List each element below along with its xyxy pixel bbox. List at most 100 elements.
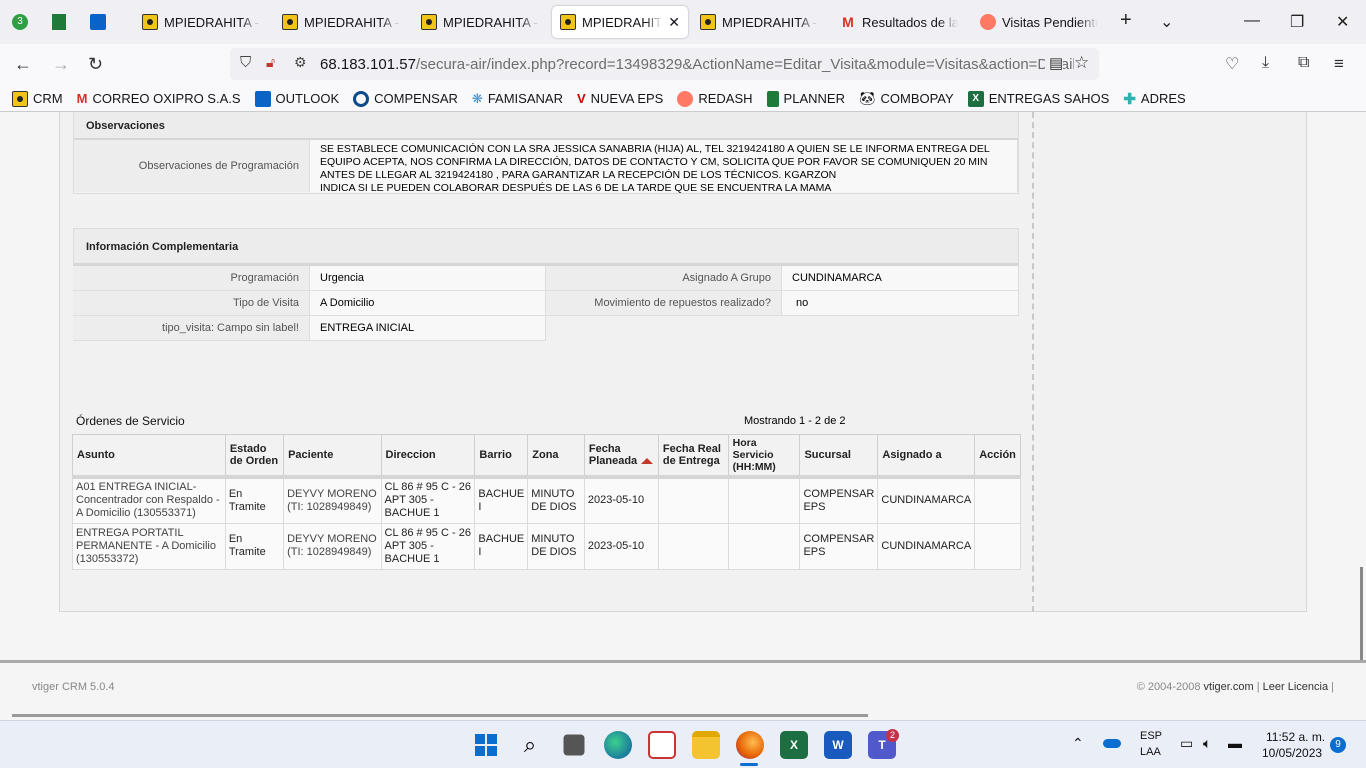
permissions-icon[interactable]: ⚙ <box>294 54 307 71</box>
start-icon[interactable] <box>472 731 500 759</box>
col-zona[interactable]: Zona <box>527 434 585 479</box>
search-icon[interactable]: ⌕ <box>516 731 544 759</box>
battery-icon[interactable]: ▬ <box>1228 735 1242 751</box>
bookmark-compensar[interactable]: COMPENSAR <box>353 90 458 107</box>
keyboard-layout[interactable]: LAA <box>1140 746 1161 758</box>
bookmark-combopay[interactable]: 🐼︎ COMBOPAY <box>859 91 954 107</box>
cell-hora <box>727 522 801 570</box>
gmail-icon: M <box>842 14 854 30</box>
volume-icon[interactable]: 🔈︎ <box>1203 735 1211 752</box>
sort-up-icon[interactable] <box>641 458 654 464</box>
bookmark-crm[interactable]: CRM <box>12 90 63 107</box>
snipping-tool-icon[interactable] <box>648 731 676 759</box>
firefox-icon[interactable] <box>736 731 764 759</box>
famisanar-icon: ❋ <box>471 90 483 106</box>
tab-6[interactable]: MResultados de la b <box>832 6 966 38</box>
cell-asignado: CUNDINAMARCA <box>877 522 976 570</box>
back-icon[interactable]: ← <box>14 54 32 75</box>
reader-view-icon[interactable]: ▤ <box>1045 54 1064 72</box>
bookmark-star-icon[interactable]: ☆ <box>1074 53 1090 73</box>
close-window-icon[interactable]: ✕ <box>1336 12 1349 32</box>
notification-badge[interactable]: 9 <box>1330 737 1346 753</box>
col-asignado[interactable]: Asignado a <box>877 434 976 479</box>
nueva-eps-icon: V <box>576 91 586 106</box>
outlook-icon[interactable] <box>90 14 106 30</box>
col-hora[interactable]: Hora Servicio (HH:MM) <box>727 434 801 479</box>
cell-asunto[interactable]: A01 ENTREGA INICIAL-Concentrador con Res… <box>72 476 226 524</box>
cell-paciente[interactable]: DEYVY MORENO (TI: 1028949849) <box>283 522 382 570</box>
network-icon[interactable]: ▭ <box>1180 735 1193 752</box>
col-sucursal[interactable]: Sucursal <box>799 434 879 479</box>
col-fecha-planeada[interactable]: Fecha Planeada <box>583 434 659 479</box>
restore-icon[interactable]: ❐ <box>1290 12 1304 32</box>
clock-date[interactable]: 10/05/2023 <box>1262 746 1322 760</box>
new-tab-icon[interactable]: + <box>1120 9 1132 32</box>
planner-icon[interactable] <box>52 14 66 30</box>
pocket-icon[interactable]: ♡ <box>1225 54 1239 74</box>
download-icon[interactable]: ⤓ <box>1262 54 1269 72</box>
col-accion: Acción <box>974 434 1021 479</box>
excel-icon[interactable]: X <box>780 731 808 759</box>
reload-icon[interactable]: ↻ <box>88 54 103 75</box>
menu-icon[interactable]: ≡ <box>1334 54 1344 74</box>
license-link[interactable]: Leer Licencia <box>1263 681 1328 693</box>
field-label: Asignado A Grupo <box>546 266 782 290</box>
col-estado[interactable]: Estado de Orden <box>224 434 285 479</box>
outlook-icon <box>254 90 271 107</box>
forward-icon[interactable]: → <box>52 54 70 75</box>
bookmark-outlook[interactable]: OUTLOOK <box>254 90 339 107</box>
pagination-info: Mostrando 1 - 2 de 2 <box>744 415 846 427</box>
bookmark-planner[interactable]: PLANNER <box>766 90 845 107</box>
tab-1[interactable]: MPIEDRAHITA - A <box>134 6 268 38</box>
minimize-icon[interactable]: — <box>1244 12 1260 30</box>
col-paciente[interactable]: Paciente <box>283 434 382 479</box>
horizontal-scrollbar[interactable] <box>12 714 868 717</box>
bookmark-entregas[interactable]: X ENTREGAS SAHOS <box>967 90 1109 107</box>
tab-7[interactable]: Visitas Pendiente <box>972 6 1106 38</box>
bookmark-redash[interactable]: REDASH <box>677 90 753 107</box>
tab-3[interactable]: MPIEDRAHITA - A <box>413 6 547 38</box>
col-direccion[interactable]: Direccion <box>380 434 476 479</box>
cell-barrio: BACHUE I <box>474 522 529 570</box>
tab-4-active[interactable]: MPIEDRAHITA -✕ <box>552 6 688 38</box>
onedrive-icon[interactable] <box>1103 739 1121 748</box>
vtiger-icon <box>700 14 716 30</box>
cell-zona: MINUTO DE DIOS <box>527 522 585 570</box>
tray-overflow-chevron-icon[interactable]: ⌃ <box>1072 735 1084 752</box>
bookmark-correo[interactable]: M CORREO OXIPRO S.A.S <box>77 91 241 106</box>
close-tab-icon[interactable]: ✕ <box>668 14 680 31</box>
cell-sucursal: COMPENSAR EPS <box>799 476 879 524</box>
compensar-icon <box>353 90 370 107</box>
col-asunto[interactable]: Asunto <box>72 434 226 479</box>
bookmark-famisanar[interactable]: ❋ FAMISANAR <box>472 91 563 107</box>
shield-icon[interactable]: ⛉ <box>240 54 251 71</box>
extensions-icon[interactable]: ⧉ <box>1298 54 1309 72</box>
col-barrio[interactable]: Barrio <box>474 434 529 479</box>
vtiger-link[interactable]: vtiger.com <box>1204 681 1254 693</box>
tab-5[interactable]: MPIEDRAHITA - A <box>692 6 826 38</box>
tab-list-chevron-icon[interactable]: ⌄ <box>1160 12 1173 32</box>
language-code[interactable]: ESP <box>1140 730 1162 742</box>
url-bar[interactable]: ⛉ 🔓︎ ⚙ 68.183.101.57/secura-air/index.ph… <box>230 48 1099 80</box>
footer-divider <box>0 660 1366 663</box>
cell-asunto[interactable]: ENTREGA PORTATIL PERMANENTE - A Domicili… <box>72 522 226 570</box>
cell-fecha-planeada: 2023-05-10 <box>583 522 659 570</box>
url-host: 68.183.101.57 <box>320 55 416 73</box>
file-explorer-icon[interactable] <box>692 731 720 759</box>
vertical-scrollbar[interactable] <box>1360 567 1363 662</box>
clock-time[interactable]: 11:52 a. m. <box>1266 730 1325 744</box>
tab-2[interactable]: MPIEDRAHITA - A <box>274 6 408 38</box>
field-row: Programación Urgencia Asignado A Grupo C… <box>73 266 1019 291</box>
combopay-icon: 🐼︎ <box>858 90 876 106</box>
col-fecha-real[interactable]: Fecha Real de Entrega <box>657 434 729 479</box>
bookmark-nueva-eps[interactable]: V NUEVA EPS <box>577 91 663 106</box>
task-view-icon[interactable] <box>563 734 585 756</box>
table-row: ENTREGA PORTATIL PERMANENTE - A Domicili… <box>72 522 1021 570</box>
bookmark-adres[interactable]: ✚ ADRES <box>1123 90 1185 108</box>
word-icon[interactable]: W <box>824 731 852 759</box>
badge-icon[interactable]: 3 <box>12 14 28 30</box>
edge-icon[interactable] <box>604 731 632 759</box>
table-header-row: Asunto Estado de Orden Paciente Direccio… <box>72 434 1021 479</box>
insecure-lock-icon[interactable]: 🔓︎ <box>266 54 275 71</box>
cell-paciente[interactable]: DEYVY MORENO (TI: 1028949849) <box>283 476 382 524</box>
